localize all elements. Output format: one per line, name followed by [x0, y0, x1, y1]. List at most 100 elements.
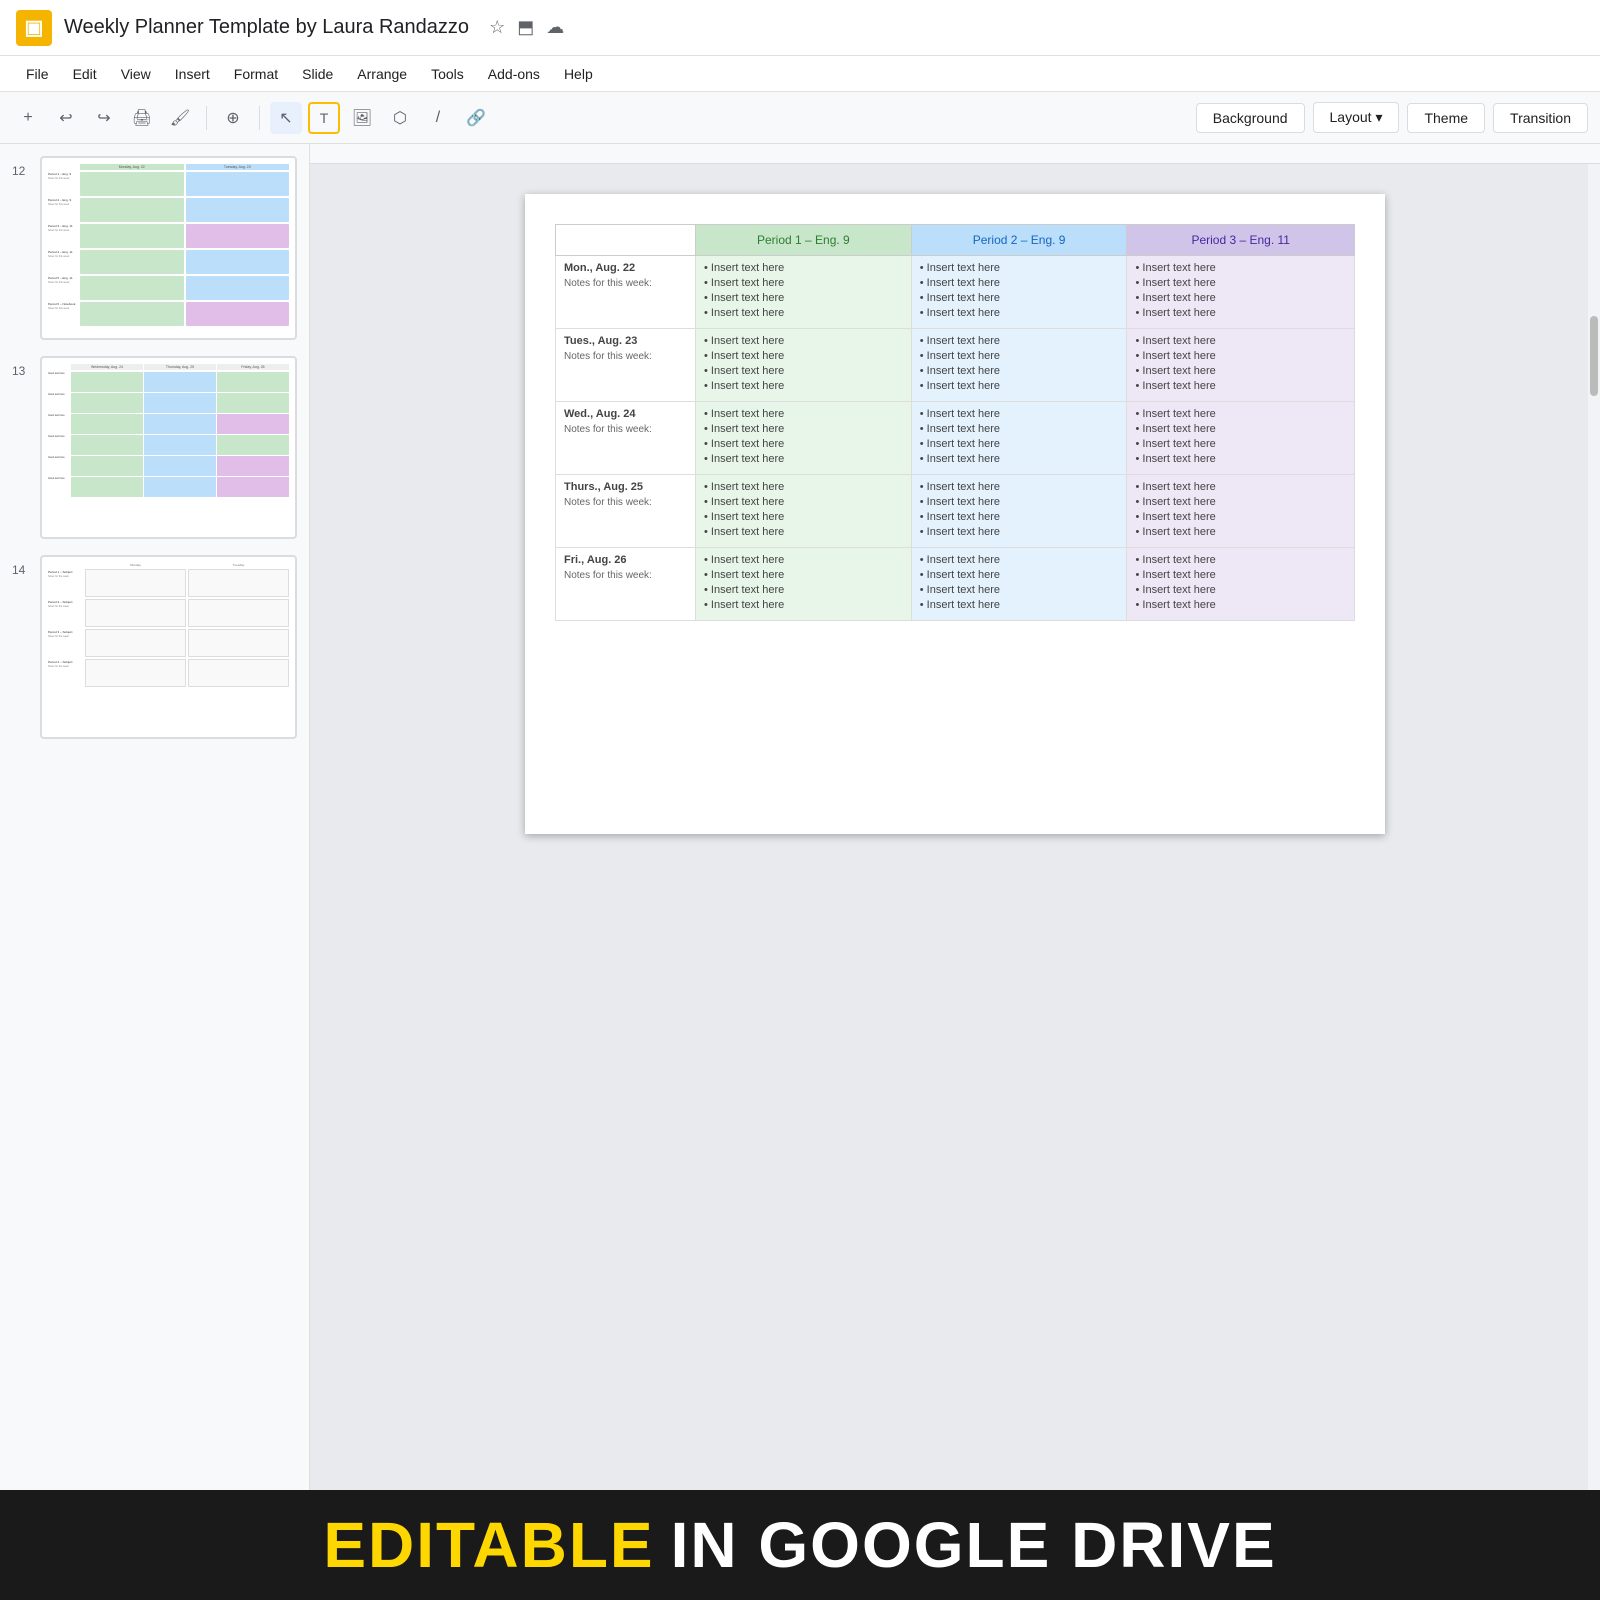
data-cell-tue-1[interactable]: Insert text here Insert text here Insert… [696, 329, 912, 402]
paint-format-button[interactable]: 🖌 [164, 102, 196, 134]
bullet-item: Insert text here [920, 438, 1119, 450]
menu-file[interactable]: File [16, 62, 59, 86]
data-cell-fri-2[interactable]: Insert text here Insert text here Insert… [911, 548, 1127, 621]
document-title[interactable]: Weekly Planner Template by Laura Randazz… [64, 16, 469, 39]
bullet-item: Insert text here [704, 481, 903, 493]
data-cell-tue-2[interactable]: Insert text here Insert text here Insert… [911, 329, 1127, 402]
data-cell-fri-3[interactable]: Insert text here Insert text here Insert… [1127, 548, 1355, 621]
menu-help[interactable]: Help [554, 62, 603, 86]
table-row: Thurs., Aug. 25 Notes for this week: Ins… [556, 475, 1355, 548]
bullet-item: Insert text here [704, 569, 903, 581]
bullet-item: Insert text here [920, 481, 1119, 493]
bullet-item: Insert text here [704, 262, 903, 274]
bullet-item: Insert text here [1135, 496, 1346, 508]
print-button[interactable]: 🖨 [126, 102, 158, 134]
slide-14-thumb[interactable]: Monday Tuesday Period 1 – SubjectNotes f… [40, 555, 297, 739]
star-icon[interactable]: ☆ [489, 17, 505, 38]
menu-addons[interactable]: Add-ons [478, 62, 550, 86]
bullet-item: Insert text here [920, 277, 1119, 289]
menu-format[interactable]: Format [224, 62, 288, 86]
menu-edit[interactable]: Edit [63, 62, 107, 86]
bullet-item: Insert text here [920, 350, 1119, 362]
link-button[interactable]: 🔗 [460, 102, 492, 134]
redo-button[interactable]: ↪ [88, 102, 120, 134]
slide-12-thumb[interactable]: Monday, Aug. 22 Tuesday, Aug. 23 Period … [40, 156, 297, 340]
bullet-item: Insert text here [1135, 438, 1346, 450]
line-button[interactable]: / [422, 102, 454, 134]
background-button[interactable]: Background [1196, 103, 1305, 133]
slide-14-number: 14 [12, 563, 32, 577]
menu-slide[interactable]: Slide [292, 62, 343, 86]
slide-13-container: 13 Wednesday, Aug. 24 Thursday, Aug. 25 … [12, 356, 297, 540]
data-cell-wed-1[interactable]: Insert text here Insert text here Insert… [696, 402, 912, 475]
banner-editable-text: EDITABLE [323, 1508, 654, 1582]
bullet-item: Insert text here [1135, 380, 1346, 392]
layout-button[interactable]: Layout ▾ [1313, 102, 1400, 133]
title-bar: ▣ Weekly Planner Template by Laura Randa… [0, 0, 1600, 56]
text-button[interactable]: T [308, 102, 340, 134]
zoom-button[interactable]: ⊕ [217, 102, 249, 134]
data-cell-mon-2[interactable]: Insert text here Insert text here Insert… [911, 256, 1127, 329]
banner-rest-text: IN GOOGLE DRIVE [671, 1508, 1277, 1582]
bullet-item: Insert text here [704, 307, 903, 319]
menu-tools[interactable]: Tools [421, 62, 474, 86]
bullet-item: Insert text here [704, 380, 903, 392]
slide-13-number: 13 [12, 364, 32, 378]
day-name-wed: Wed., Aug. 24 [564, 408, 687, 420]
bullet-item: Insert text here [1135, 408, 1346, 420]
bullet-item: Insert text here [1135, 453, 1346, 465]
slide-13-thumb[interactable]: Wednesday, Aug. 24 Thursday, Aug. 25 Fri… [40, 356, 297, 540]
menu-arrange[interactable]: Arrange [347, 62, 417, 86]
data-cell-tue-3[interactable]: Insert text here Insert text here Insert… [1127, 329, 1355, 402]
scrollbar[interactable] [1588, 164, 1600, 1490]
add-button[interactable]: + [12, 102, 44, 134]
data-cell-thu-2[interactable]: Insert text here Insert text here Insert… [911, 475, 1127, 548]
period-1-header: Period 1 – Eng. 9 [696, 225, 912, 256]
data-cell-mon-1[interactable]: Insert text here Insert text here Insert… [696, 256, 912, 329]
data-cell-thu-3[interactable]: Insert text here Insert text here Insert… [1127, 475, 1355, 548]
theme-button[interactable]: Theme [1407, 103, 1485, 133]
bottom-banner: EDITABLE IN GOOGLE DRIVE [0, 1490, 1600, 1600]
notes-wed: Notes for this week: [564, 424, 687, 435]
menu-insert[interactable]: Insert [165, 62, 220, 86]
data-cell-fri-1[interactable]: Insert text here Insert text here Insert… [696, 548, 912, 621]
bullet-item: Insert text here [704, 554, 903, 566]
bullet-item: Insert text here [1135, 526, 1346, 538]
slide-12-container: 12 Monday, Aug. 22 Tuesday, Aug. 23 Peri… [12, 156, 297, 340]
slide-canvas: Period 1 – Eng. 9 Period 2 – Eng. 9 Peri… [525, 194, 1385, 834]
select-button[interactable]: ↖ [270, 102, 302, 134]
folder-icon[interactable]: ⬒ [517, 17, 534, 38]
bullet-item: Insert text here [920, 423, 1119, 435]
bullet-item: Insert text here [920, 511, 1119, 523]
bullet-item: Insert text here [1135, 262, 1346, 274]
bullet-item: Insert text here [1135, 307, 1346, 319]
toolbar: + ↩ ↪ 🖨 🖌 ⊕ ↖ T 🖼 ⬡ / 🔗 Background Layou… [0, 92, 1600, 144]
bullet-item: Insert text here [920, 599, 1119, 611]
data-cell-thu-1[interactable]: Insert text here Insert text here Insert… [696, 475, 912, 548]
day-cell-wed: Wed., Aug. 24 Notes for this week: [556, 402, 696, 475]
bullet-item: Insert text here [920, 365, 1119, 377]
day-name-tue: Tues., Aug. 23 [564, 335, 687, 347]
empty-header [556, 225, 696, 256]
bullet-item: Insert text here [920, 453, 1119, 465]
scroll-thumb[interactable] [1590, 316, 1598, 396]
data-cell-wed-3[interactable]: Insert text here Insert text here Insert… [1127, 402, 1355, 475]
bullet-item: Insert text here [920, 569, 1119, 581]
bullet-item: Insert text here [920, 262, 1119, 274]
bullet-item: Insert text here [1135, 423, 1346, 435]
shapes-button[interactable]: ⬡ [384, 102, 416, 134]
menu-view[interactable]: View [111, 62, 161, 86]
day-name-fri: Fri., Aug. 26 [564, 554, 687, 566]
bullet-item: Insert text here [1135, 335, 1346, 347]
data-cell-mon-3[interactable]: Insert text here Insert text here Insert… [1127, 256, 1355, 329]
data-cell-wed-2[interactable]: Insert text here Insert text here Insert… [911, 402, 1127, 475]
undo-button[interactable]: ↩ [50, 102, 82, 134]
image-button[interactable]: 🖼 [346, 102, 378, 134]
bullet-item: Insert text here [704, 408, 903, 420]
transition-button[interactable]: Transition [1493, 103, 1588, 133]
day-cell-fri: Fri., Aug. 26 Notes for this week: [556, 548, 696, 621]
bullet-item: Insert text here [1135, 277, 1346, 289]
cloud-icon[interactable]: ☁ [546, 17, 564, 38]
bullet-item: Insert text here [704, 335, 903, 347]
bullet-item: Insert text here [704, 511, 903, 523]
